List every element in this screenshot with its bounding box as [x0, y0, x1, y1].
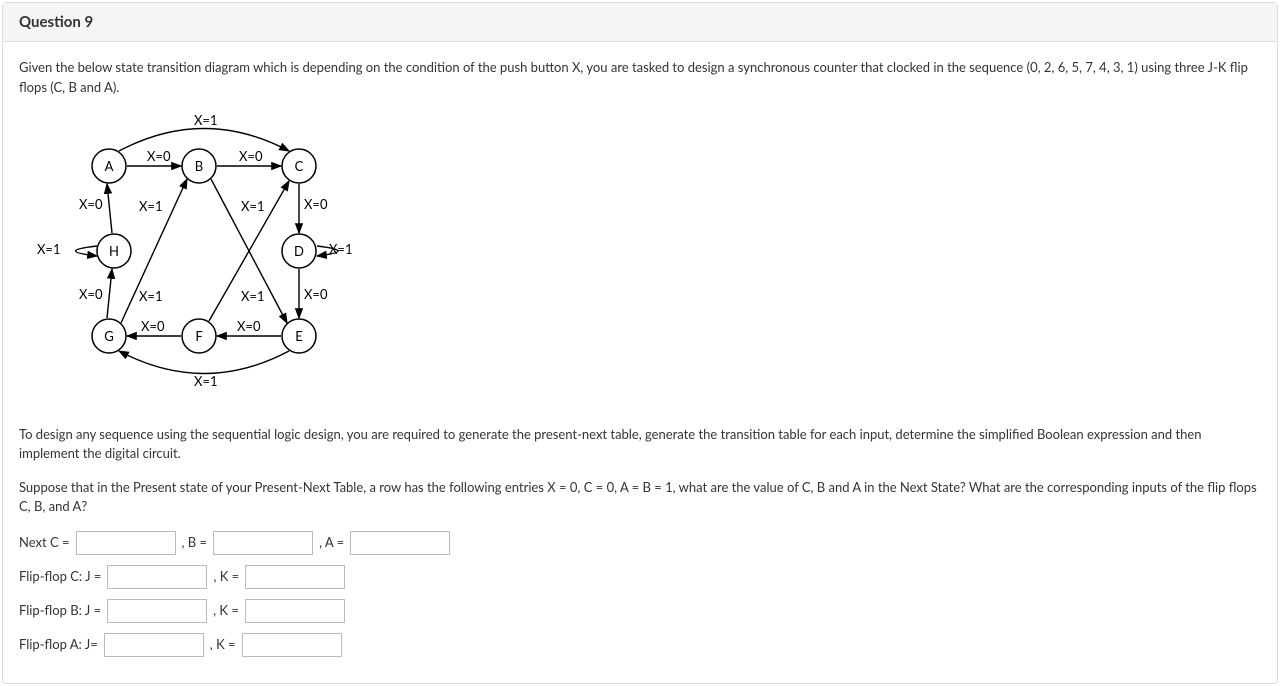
- node-F: F: [195, 328, 202, 344]
- edge-F-G-label: X=0: [141, 318, 165, 334]
- label-ffc-k: , K =: [213, 567, 239, 587]
- design-note: To design any sequence using the sequent…: [19, 425, 1261, 464]
- edge-C-D-label: X=0: [304, 196, 328, 212]
- input-ffa-k[interactable]: [242, 633, 342, 657]
- edge-diag2-label: X=1: [241, 198, 265, 214]
- intro-text: Given the below state transition diagram…: [19, 58, 1261, 97]
- edge-A-B-label: X=0: [147, 148, 171, 164]
- label-ffb-k: , K =: [213, 601, 239, 621]
- node-D: D: [294, 243, 304, 259]
- label-next-c: Next C =: [19, 533, 70, 553]
- label-next-b: , B =: [182, 533, 208, 553]
- node-E: E: [295, 328, 303, 344]
- edge-diag1-label: X=1: [139, 198, 163, 214]
- input-ffc-k[interactable]: [245, 565, 345, 589]
- edge-B-C-label: X=0: [239, 148, 263, 164]
- edge-H-A-label: X=0: [79, 196, 103, 212]
- input-next-a[interactable]: [350, 531, 450, 555]
- node-G: G: [104, 328, 114, 344]
- input-next-c[interactable]: [76, 531, 176, 555]
- node-H: H: [109, 243, 119, 259]
- edge-G-H-label: X=0: [79, 286, 103, 302]
- label-ffb-j: Flip-flop B: J =: [19, 601, 101, 621]
- edge-bottom-arc-label: X=1: [194, 373, 218, 389]
- node-A: A: [105, 158, 114, 174]
- row-ff-b: Flip-flop B: J = , K =: [19, 599, 1261, 623]
- suppose-text: Suppose that in the Present state of you…: [19, 478, 1261, 517]
- question-header: Question 9: [3, 3, 1277, 42]
- input-ffa-j[interactable]: [104, 633, 204, 657]
- row-ff-c: Flip-flop C: J = , K =: [19, 565, 1261, 589]
- edge-diag4-label: X=1: [241, 288, 265, 304]
- edge-top-arc-label: X=1: [194, 112, 218, 128]
- input-ffb-j[interactable]: [107, 599, 207, 623]
- edge-E-F-label: X=0: [237, 318, 261, 334]
- row-next-state: Next C = , B = , A =: [19, 531, 1261, 555]
- question-title: Question 9: [19, 13, 93, 31]
- node-C: C: [295, 158, 304, 174]
- edge-left-arc-label: X=1: [37, 241, 61, 257]
- label-next-a: , A =: [319, 533, 344, 553]
- input-ffb-k[interactable]: [245, 599, 345, 623]
- edge-diag3-label: X=1: [139, 288, 163, 304]
- edge-D-E-label: X=0: [304, 286, 328, 302]
- edge-right-arc-label: X=1: [329, 241, 353, 257]
- question-body: Given the below state transition diagram…: [3, 42, 1277, 683]
- row-ff-a: Flip-flop A: J= , K =: [19, 633, 1261, 657]
- label-ffa-k: , K =: [210, 635, 236, 655]
- label-ffc-j: Flip-flop C: J =: [19, 567, 101, 587]
- state-diagram: A B C D E F G H: [19, 111, 1261, 407]
- question-container: Question 9 Given the below state transit…: [2, 2, 1278, 684]
- node-B: B: [195, 158, 203, 174]
- input-next-b[interactable]: [213, 531, 313, 555]
- input-ffc-j[interactable]: [107, 565, 207, 589]
- label-ffa-j: Flip-flop A: J=: [19, 635, 98, 655]
